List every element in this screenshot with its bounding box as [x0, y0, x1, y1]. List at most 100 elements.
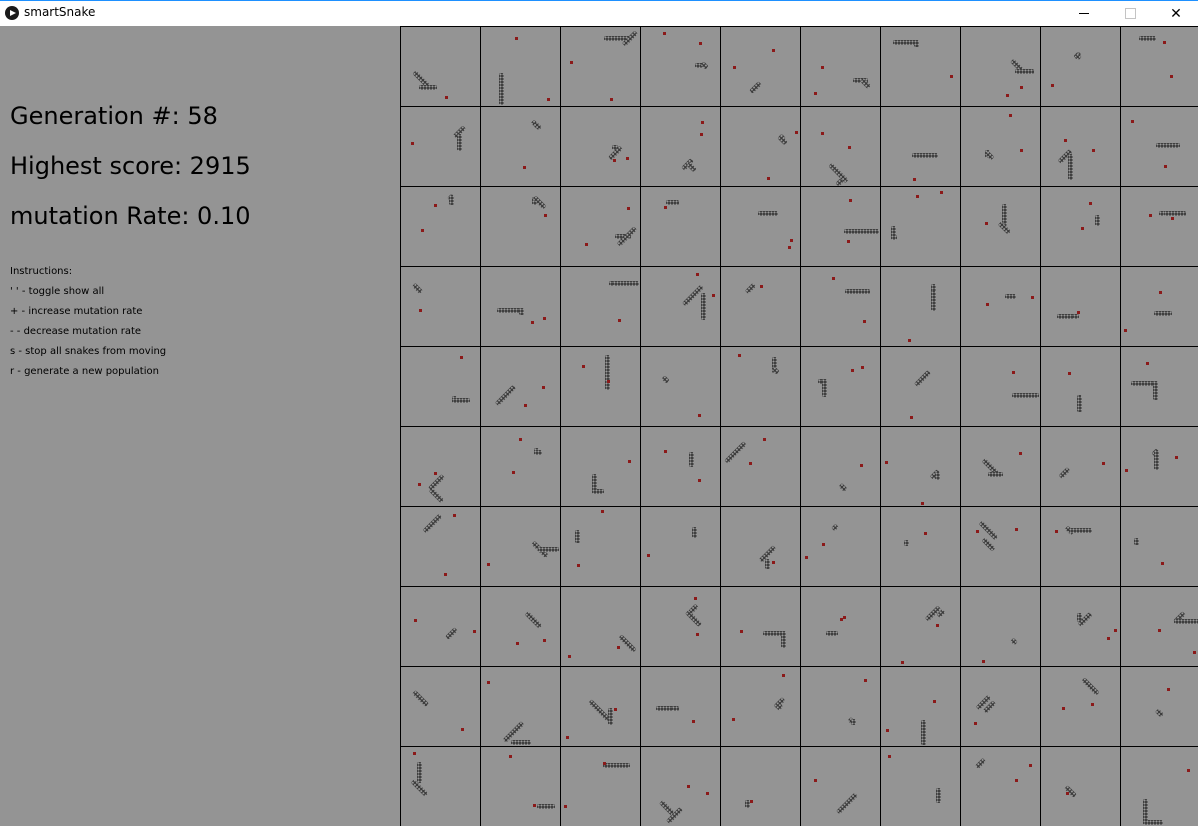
game-cell	[1040, 346, 1120, 426]
food-pellet	[848, 145, 852, 149]
snake-segment	[904, 540, 910, 547]
game-cell	[560, 666, 640, 746]
game-cell	[640, 746, 720, 826]
food-pellet	[547, 98, 551, 102]
game-cell	[480, 746, 560, 826]
food-pellet	[923, 531, 927, 535]
snake-segment	[1069, 528, 1093, 534]
food-pellet	[976, 529, 980, 533]
food-pellet	[511, 470, 515, 474]
mutation-rate-label: mutation Rate: 0.10	[10, 202, 251, 230]
food-pellet	[695, 632, 699, 636]
snake-segment	[1081, 677, 1100, 696]
food-pellet	[712, 294, 716, 298]
food-pellet	[1020, 85, 1024, 89]
game-cell	[480, 506, 560, 586]
game-cell	[1120, 426, 1198, 506]
snake-segment	[776, 134, 788, 146]
game-cell	[640, 346, 720, 426]
snake-segment	[781, 630, 787, 648]
close-button[interactable]: ✕	[1153, 1, 1198, 26]
game-cell	[1120, 506, 1198, 586]
food-pellet	[842, 616, 846, 620]
food-pellet	[940, 191, 944, 195]
snake-segment	[1014, 68, 1034, 74]
snake-segment	[935, 471, 941, 480]
food-pellet	[698, 41, 702, 45]
snake-segment	[831, 523, 840, 532]
snake-segment	[412, 689, 430, 707]
game-cell	[800, 426, 880, 506]
food-pellet	[461, 727, 465, 731]
food-pellet	[740, 630, 744, 634]
food-pellet	[847, 240, 851, 244]
game-cell	[720, 346, 800, 426]
snake-segment	[936, 787, 942, 803]
food-pellet	[1029, 764, 1033, 768]
food-pellet	[821, 65, 825, 69]
game-cell	[720, 186, 800, 266]
snake-segment	[1154, 449, 1160, 470]
food-pellet	[772, 48, 776, 52]
game-cell	[1120, 186, 1198, 266]
snake-segment	[975, 757, 987, 770]
food-pellet	[602, 761, 606, 765]
game-cell	[880, 746, 960, 826]
game-cell	[560, 266, 640, 346]
snake-segment	[457, 134, 463, 152]
food-pellet	[1064, 138, 1068, 142]
food-pellet	[1077, 310, 1081, 314]
snake-segment	[1004, 293, 1016, 299]
food-pellet	[749, 461, 752, 465]
food-pellet	[1054, 530, 1058, 534]
food-pellet	[1158, 290, 1162, 294]
game-cell	[960, 346, 1040, 426]
food-pellet	[1145, 362, 1149, 366]
game-cell	[400, 186, 480, 266]
game-cell	[640, 586, 720, 666]
instruction-item: r - generate a new population	[10, 366, 159, 377]
food-pellet	[421, 229, 425, 233]
food-pellet	[612, 158, 616, 162]
game-cell	[960, 186, 1040, 266]
food-pellet	[1091, 702, 1095, 706]
game-cell	[960, 266, 1040, 346]
food-pellet	[767, 177, 771, 181]
maximize-button[interactable]	[1107, 1, 1153, 26]
food-pellet	[542, 639, 546, 643]
snake-segment	[449, 195, 455, 206]
game-cell	[1120, 106, 1198, 186]
game-cell	[1040, 506, 1120, 586]
food-pellet	[1068, 371, 1072, 375]
snake-segment	[618, 634, 637, 653]
snake-segment	[524, 611, 543, 629]
snake-segment	[921, 720, 927, 745]
game-cell	[1040, 586, 1120, 666]
food-pellet	[543, 317, 547, 321]
snake-game-grid	[400, 26, 1198, 826]
food-pellet	[1080, 227, 1084, 231]
game-cell	[1040, 106, 1120, 186]
game-cell	[1040, 186, 1120, 266]
food-pellet	[532, 803, 536, 807]
snake-segment	[930, 290, 936, 311]
game-cell	[480, 266, 560, 346]
game-cell	[480, 26, 560, 106]
game-cell	[720, 426, 800, 506]
snake-segment	[613, 281, 639, 287]
game-cell	[560, 186, 640, 266]
food-pellet	[613, 707, 617, 711]
game-cell	[1040, 666, 1120, 746]
game-cell	[800, 26, 880, 106]
food-pellet	[821, 543, 825, 547]
snake-segment	[536, 804, 555, 810]
snake-segment	[592, 489, 605, 494]
food-pellet	[859, 464, 863, 468]
title-bar: smartSnake ✕	[0, 0, 1198, 26]
food-pellet	[1092, 149, 1096, 153]
snake-segment	[444, 627, 458, 641]
food-pellet	[543, 213, 547, 217]
minimize-button[interactable]	[1061, 1, 1107, 26]
snake-segment	[685, 161, 697, 173]
game-cell	[1040, 426, 1120, 506]
